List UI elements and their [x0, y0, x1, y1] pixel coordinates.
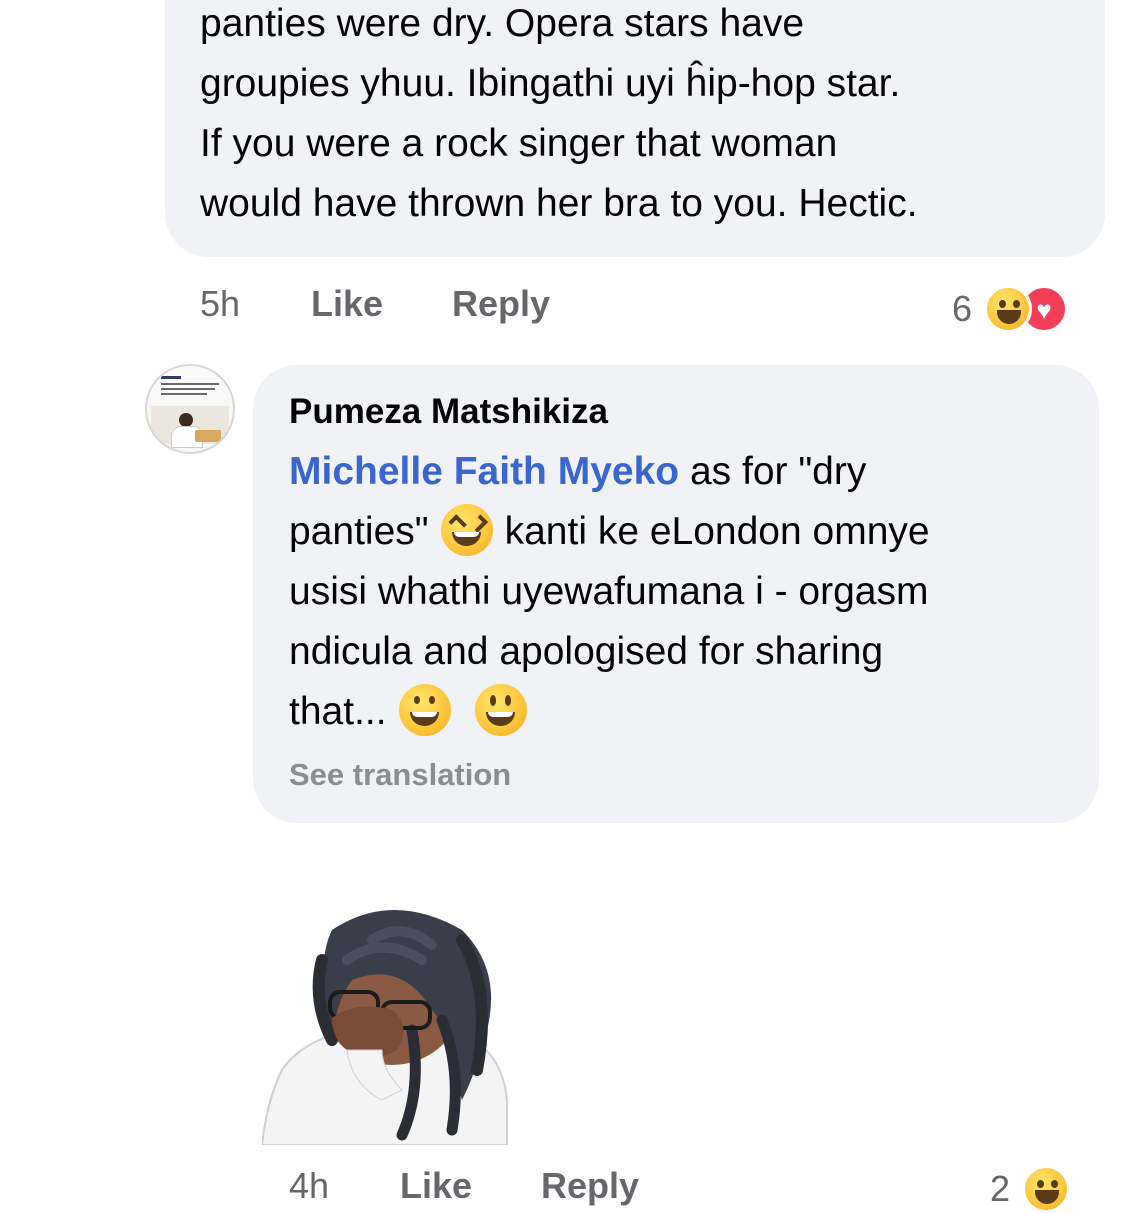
haha-icon	[1022, 1165, 1071, 1213]
comment-author[interactable]: Pumeza Matshikiza	[289, 392, 608, 432]
reaction-count: 2	[990, 1168, 1011, 1209]
like-button[interactable]: Like	[400, 1165, 472, 1207]
laughing-squint-emoji-icon	[440, 503, 493, 556]
mention-link[interactable]: Michelle Faith Myeko	[289, 450, 679, 493]
comment-text: Michelle Faith Myeko as for "dry panties…	[289, 442, 1089, 742]
reaction-count: 6	[952, 288, 973, 329]
avatar[interactable]	[145, 364, 235, 454]
comment-timestamp: 4h	[289, 1165, 330, 1206]
comment-text-segment: panties"	[289, 510, 429, 553]
reply-button[interactable]: Reply	[541, 1165, 639, 1207]
like-button[interactable]: Like	[311, 283, 383, 325]
comment-text: panties were dry. Opera stars have group…	[200, 0, 1100, 234]
comment-line: that...	[289, 682, 1089, 742]
see-translation-link[interactable]: See translation	[289, 757, 511, 793]
comment-text-segment: that...	[289, 690, 387, 733]
reaction-summary[interactable]: 2	[990, 1165, 1071, 1213]
comment-line: ndicula and apologised for sharing	[289, 630, 884, 673]
comment-text-segment: as for "dry	[689, 450, 867, 493]
comment-line: groupies yhuu. Ibingathi uyi ĥip-hop sta…	[200, 62, 901, 105]
grinning-emoji-icon	[398, 683, 451, 736]
comment-line: panties were dry. Opera stars have	[200, 2, 805, 45]
reaction-summary[interactable]: 6 ♥	[952, 285, 1069, 333]
smiley-emoji-icon	[474, 683, 527, 736]
comment-line: panties" kanti ke eLondon omnye	[289, 502, 1089, 562]
haha-icon	[984, 285, 1033, 333]
comment-line: usisi whathi uyewafumana i - orgasm	[289, 570, 929, 613]
reply-button[interactable]: Reply	[452, 283, 550, 325]
comment-line: Michelle Faith Myeko as for "dry	[289, 442, 1089, 502]
comment-line: If you were a rock singer that woman	[200, 122, 838, 165]
comment-timestamp: 5h	[200, 283, 241, 324]
facepalm-avatar-sticker	[262, 910, 508, 1145]
comment-line: would have thrown her bra to you. Hectic…	[200, 182, 918, 225]
comment-text-segment: kanti ke eLondon omnye	[504, 510, 930, 553]
